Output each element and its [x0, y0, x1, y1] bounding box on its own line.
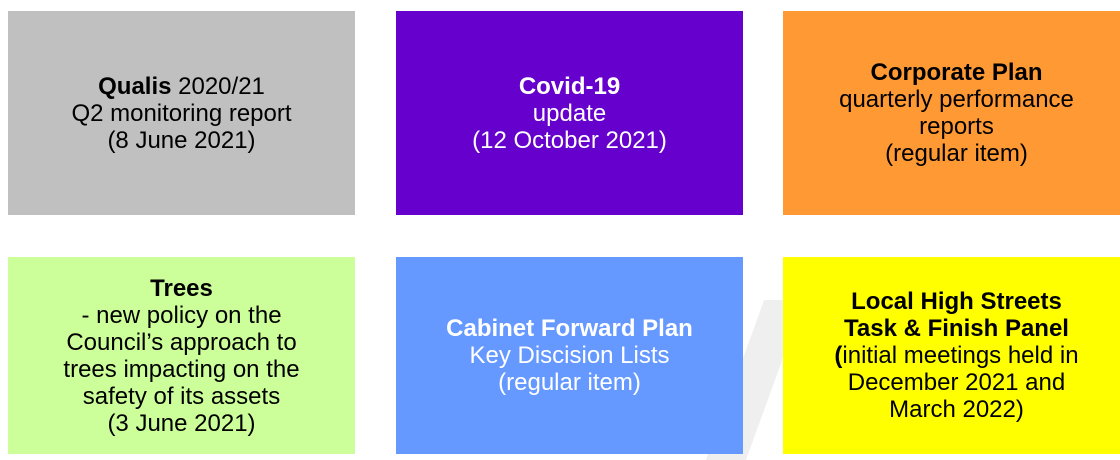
tile-qualis-title: Qualis: [98, 72, 172, 100]
tile-trees-line2: - new policy on the: [81, 301, 282, 329]
tile-corporate-title: Corporate Plan: [870, 59, 1043, 86]
tile-qualis: Qualis 2020/21 Q2 monitoring report (8 J…: [8, 11, 355, 215]
tile-corporate-line3: reports: [919, 113, 994, 140]
tile-cabinet-line2: Key Discision Lists: [469, 342, 670, 369]
tile-cabinet-title: Cabinet Forward Plan: [446, 315, 693, 342]
tile-covid-line3: (12 October 2021): [472, 126, 667, 154]
tile-highstreets-title2: Task & Finish Panel: [844, 315, 1069, 342]
tile-covid-line2: update: [532, 99, 607, 127]
tile-local-high-streets: Local High Streets Task & Finish Panel (…: [783, 257, 1120, 454]
tile-highstreets-line3-wrap: (initial meetings held in: [834, 342, 1078, 369]
tile-trees-line4: trees impacting on the: [63, 355, 300, 383]
tile-trees-line6: (3 June 2021): [107, 409, 256, 437]
tile-highstreets-line4: December 2021 and: [847, 369, 1066, 396]
tile-trees-line3: Council’s approach to: [66, 328, 297, 356]
tile-qualis-title-line: Qualis 2020/21: [98, 73, 265, 100]
tile-qualis-line3: (8 June 2021): [107, 126, 256, 154]
tile-qualis-line2: Q2 monitoring report: [71, 99, 292, 127]
tile-highstreets-title: Local High Streets: [851, 288, 1062, 315]
tile-qualis-title-suffix: 2020/21: [171, 72, 265, 100]
tile-covid-title: Covid-19: [518, 72, 621, 100]
tile-covid: Covid-19 update (12 October 2021): [396, 11, 743, 215]
tile-cabinet-line3: (regular item): [498, 369, 641, 396]
tile-highstreets-line3: initial meetings held in: [842, 342, 1079, 369]
tile-corporate-plan: Corporate Plan quarterly performance rep…: [783, 11, 1120, 215]
tile-corporate-line4: (regular item): [885, 140, 1028, 167]
tile-trees-title: Trees: [150, 274, 213, 302]
tile-cabinet-forward-plan: Cabinet Forward Plan Key Discision Lists…: [396, 257, 743, 454]
tile-corporate-line2: quarterly performance: [839, 86, 1074, 113]
tile-trees: Trees - new policy on the Council’s appr…: [8, 257, 355, 454]
tile-trees-line5: safety of its assets: [82, 382, 281, 410]
tile-highstreets-line5: March 2022): [889, 396, 1024, 423]
